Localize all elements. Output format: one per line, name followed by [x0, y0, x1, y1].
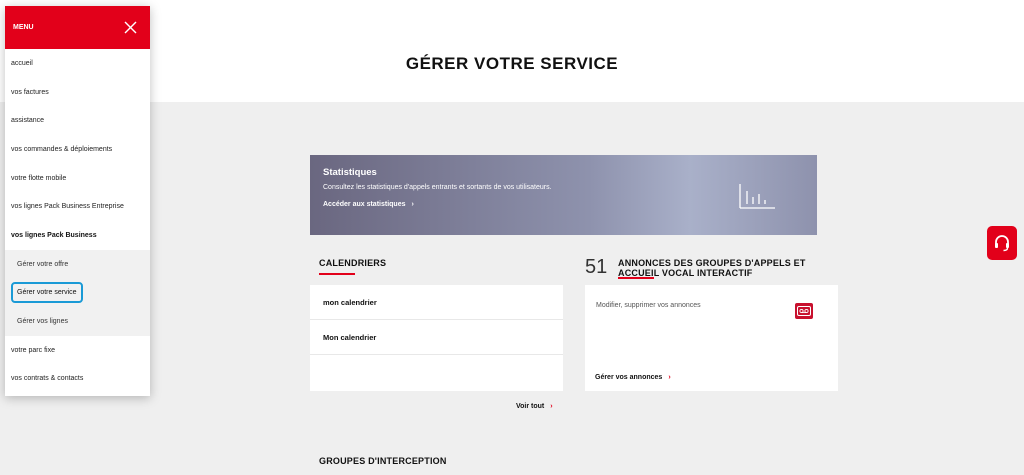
menu-header: MENU [5, 6, 150, 49]
voicemail-icon [795, 303, 813, 319]
headset-icon [995, 235, 1009, 252]
voir-tout-link[interactable]: Voir tout › [516, 403, 553, 410]
top-header-bar [0, 0, 1024, 24]
statistics-link[interactable]: Accéder aux statistiques › [323, 201, 414, 208]
calendriers-card: mon calendrier Mon calendrier [310, 285, 563, 391]
submenu-item-gerer-service-label: Gérer votre service [11, 282, 83, 304]
menu-item-accueil[interactable]: accueil [5, 49, 150, 78]
chevron-right-icon: › [550, 403, 553, 410]
support-headset-button[interactable] [987, 226, 1017, 260]
interception-title: GROUPES D'INTERCEPTION [319, 456, 447, 466]
annonces-description: Modifier, supprimer vos annonces [596, 302, 701, 309]
menu-title: MENU [13, 24, 34, 31]
calendar-row[interactable]: Mon calendrier [310, 320, 563, 355]
annonces-underline [618, 277, 654, 279]
statistics-title: Statistiques [323, 167, 377, 178]
annonces-title: ANNONCES DES GROUPES D'APPELS ET ACCUEIL… [618, 258, 806, 278]
statistics-link-label: Accéder aux statistiques [323, 201, 406, 208]
bar-chart-icon [739, 184, 775, 209]
voir-tout-label: Voir tout [516, 403, 545, 410]
page-title: GÉRER VOTRE SERVICE [405, 54, 619, 73]
statistics-description: Consultez les statistiques d'appels entr… [323, 184, 552, 191]
menu-item-assistance[interactable]: assistance [5, 106, 150, 135]
chevron-right-icon: › [668, 374, 671, 381]
menu-item-pack-business-entreprise[interactable]: vos lignes Pack Business Entreprise [5, 192, 150, 221]
calendriers-title: CALENDRIERS [319, 258, 387, 268]
menu-item-factures[interactable]: vos factures [5, 78, 150, 107]
menu-item-pack-business[interactable]: vos lignes Pack Business [5, 221, 150, 250]
calendriers-underline [319, 273, 355, 275]
menu-item-parc-fixe[interactable]: votre parc fixe [5, 336, 150, 365]
annonces-title-line1: ANNONCES DES GROUPES D'APPELS ET [618, 258, 806, 268]
calendar-row[interactable]: mon calendrier [310, 285, 563, 320]
submenu-item-gerer-lignes[interactable]: Gérer vos lignes [5, 307, 150, 336]
menu-item-contrats-contacts[interactable]: vos contrats & contacts [5, 365, 150, 394]
menu-item-commandes[interactable]: vos commandes & déploiements [5, 135, 150, 164]
chevron-right-icon: › [411, 201, 414, 208]
menu-item-flotte-mobile[interactable]: votre flotte mobile [5, 164, 150, 193]
close-icon[interactable] [124, 21, 137, 34]
gerer-annonces-label: Gérer vos annonces [595, 374, 663, 381]
submenu-item-gerer-service[interactable]: Gérer votre service [5, 278, 150, 308]
submenu-item-gerer-offre[interactable]: Gérer votre offre [5, 249, 150, 279]
annonces-count: 51 [585, 256, 608, 278]
side-menu: MENU accueil vos factures assistance vos… [5, 6, 150, 396]
gerer-annonces-link[interactable]: Gérer vos annonces › [595, 374, 671, 381]
